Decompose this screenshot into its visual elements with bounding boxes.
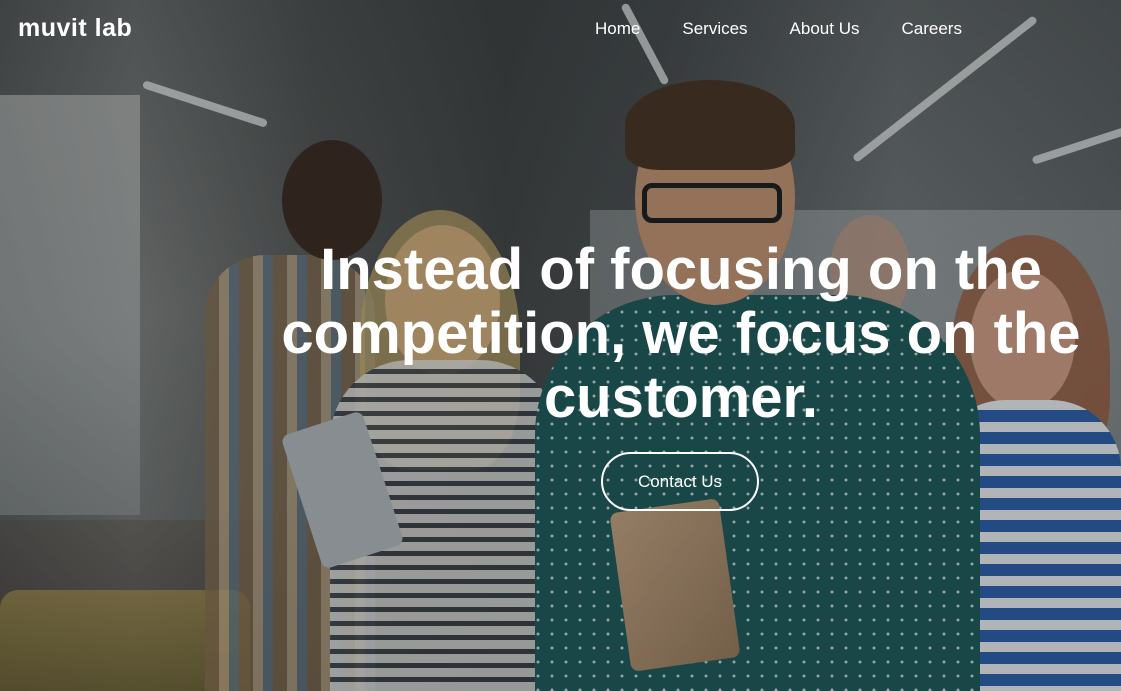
site-logo[interactable]: muvit lab — [18, 14, 132, 43]
hero-headline: Instead of focusing on the competition, … — [281, 237, 1081, 430]
nav-link-careers[interactable]: Careers — [901, 19, 961, 39]
main-nav: Home Services About Us Careers — [595, 19, 1004, 39]
nav-link-home[interactable]: Home — [595, 19, 640, 39]
contact-us-button[interactable]: Contact Us — [601, 452, 759, 511]
nav-link-services[interactable]: Services — [682, 19, 747, 39]
nav-link-about-us[interactable]: About Us — [790, 19, 860, 39]
